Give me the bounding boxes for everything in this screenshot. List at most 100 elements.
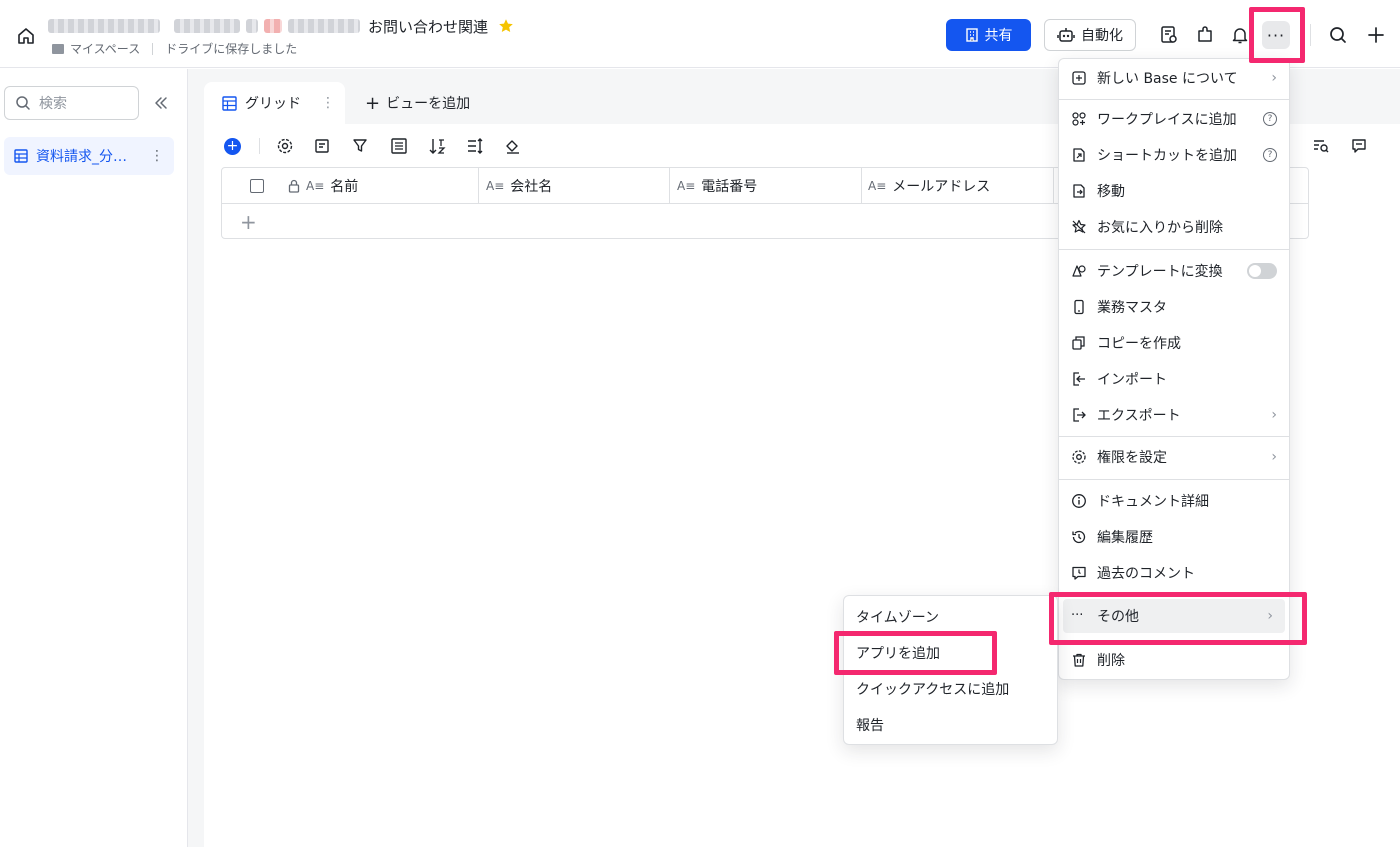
menu-item-past-comments[interactable]: 過去のコメント	[1059, 556, 1289, 590]
field-settings-icon[interactable]	[314, 137, 332, 155]
plugin-icon[interactable]	[1195, 25, 1215, 45]
submenu-item-quick-access[interactable]: クイックアクセスに追加	[856, 671, 1009, 707]
filter-icon[interactable]	[352, 137, 370, 155]
add-view-button[interactable]: + ビューを追加	[365, 82, 470, 124]
sidebar-item-table[interactable]: 資料請求_分… ⋮	[4, 137, 174, 175]
search-records-icon[interactable]	[1312, 137, 1330, 155]
template-toggle[interactable]	[1247, 263, 1277, 279]
menu-item-make-copy[interactable]: コピーを作成	[1059, 326, 1289, 360]
more-options-menu: 新しい Base について › ワークプレイスに追加 ? ショートカットを追加 …	[1058, 58, 1290, 680]
column-header-phone[interactable]: A≡ 電話番号	[677, 168, 757, 204]
breadcrumb-space[interactable]: マイスペース	[70, 40, 140, 57]
blurred-path-segment	[48, 19, 160, 33]
column-label: メールアドレス	[892, 179, 991, 195]
column-header-company[interactable]: A≡ 会社名	[486, 168, 552, 204]
search-icon[interactable]	[1328, 25, 1348, 45]
menu-item-label: 過去のコメント	[1097, 566, 1195, 582]
tab-grid[interactable]: グリッド ⋮	[204, 82, 345, 124]
comment-icon[interactable]	[1350, 137, 1368, 155]
menu-item-permissions[interactable]: 権限を設定 ›	[1059, 440, 1289, 474]
chevron-right-icon: ›	[1267, 608, 1273, 624]
submenu-item-add-app[interactable]: アプリを追加	[856, 635, 940, 671]
menu-item-label: その他	[1097, 609, 1139, 625]
menu-divider	[1059, 99, 1289, 100]
collapse-sidebar-icon[interactable]	[152, 94, 170, 112]
row-height-icon[interactable]	[466, 137, 484, 155]
comment-history-icon	[1072, 566, 1086, 580]
settings-icon[interactable]	[276, 137, 294, 155]
blurred-path-segment	[288, 19, 360, 33]
help-icon[interactable]: ?	[1263, 112, 1277, 126]
plus-icon[interactable]	[1366, 25, 1386, 45]
menu-item-add-shortcut[interactable]: ショートカットを追加 ?	[1059, 138, 1289, 172]
tab-options-icon[interactable]: ⋮	[321, 95, 335, 111]
column-label: 電話番号	[701, 179, 758, 195]
menu-item-remove-favorite[interactable]: お気に入りから削除	[1059, 210, 1289, 244]
sidebar-item-label: 資料請求_分…	[36, 149, 127, 165]
group-icon[interactable]	[390, 137, 408, 155]
submenu-item-timezone[interactable]: タイムゾーン	[856, 599, 939, 635]
menu-item-document-details[interactable]: ドキュメント詳細	[1059, 484, 1289, 518]
star-icon[interactable]	[498, 18, 514, 34]
menu-item-add-workplace[interactable]: ワークプレイスに追加 ?	[1059, 102, 1289, 136]
share-label: 共有	[984, 28, 1013, 44]
column-header-name[interactable]: A≡ 名前	[288, 168, 358, 204]
paint-bucket-icon[interactable]	[504, 137, 522, 155]
lock-icon	[288, 179, 300, 193]
menu-item-edit-history[interactable]: 編集履歴	[1059, 520, 1289, 554]
home-icon[interactable]	[16, 26, 36, 46]
sort-icon[interactable]	[428, 137, 446, 155]
text-field-icon: A≡	[306, 179, 325, 193]
column-divider[interactable]	[1053, 168, 1054, 204]
menu-item-label: お気に入りから削除	[1097, 220, 1223, 236]
share-button[interactable]: 共有	[946, 19, 1031, 51]
menu-item-import[interactable]: インポート	[1059, 362, 1289, 396]
more-options-button[interactable]: ···	[1262, 21, 1290, 49]
menu-item-export[interactable]: エクスポート ›	[1059, 398, 1289, 432]
select-all-checkbox[interactable]	[250, 179, 264, 193]
grid-view-icon	[222, 95, 237, 111]
view-tabs: グリッド ⋮ + ビューを追加	[204, 82, 470, 124]
column-header-email[interactable]: A≡ メールアドレス	[868, 168, 990, 204]
submenu-item-report[interactable]: 報告	[856, 707, 884, 743]
chevron-right-icon: ›	[1271, 70, 1277, 86]
export-icon	[1073, 408, 1086, 422]
menu-item-convert-template[interactable]: テンプレートに変換	[1059, 254, 1289, 288]
sidebar: 検索 資料請求_分… ⋮	[0, 69, 188, 847]
add-row-button[interactable]: +	[240, 212, 257, 232]
save-status: ドライブに保存しました	[165, 42, 298, 56]
automation-button[interactable]: 自動化	[1044, 19, 1136, 51]
column-divider[interactable]	[669, 168, 670, 204]
column-divider[interactable]	[478, 168, 479, 204]
tab-grid-label: グリッド	[245, 96, 301, 112]
menu-item-label: ショートカットを追加	[1097, 148, 1237, 164]
menu-item-delete[interactable]: 削除	[1059, 643, 1289, 677]
menu-item-label: 権限を設定	[1097, 450, 1167, 466]
menu-item-move[interactable]: 移動	[1059, 174, 1289, 208]
menu-item-label: ワークプレイスに追加	[1097, 112, 1237, 128]
workplace-icon	[1072, 112, 1086, 126]
copy-icon	[1072, 336, 1085, 350]
plus-icon: +	[365, 92, 381, 114]
import-icon	[1073, 372, 1085, 386]
menu-item-base-info[interactable]: 新しい Base について ›	[1059, 61, 1289, 95]
toolbar-divider	[259, 138, 260, 154]
menu-item-label: 編集履歴	[1097, 530, 1153, 546]
other-submenu: タイムゾーン アプリを追加 クイックアクセスに追加 報告	[843, 595, 1058, 745]
chevron-right-icon: ›	[1271, 449, 1277, 465]
form-icon[interactable]	[1159, 25, 1179, 45]
bell-icon[interactable]	[1230, 25, 1250, 45]
menu-item-business-master[interactable]: 業務マスタ	[1059, 290, 1289, 324]
document-title[interactable]: お問い合わせ関連	[368, 16, 488, 37]
menu-item-other[interactable]: ··· その他 ›	[1063, 599, 1285, 633]
blurred-path-segment	[246, 19, 258, 33]
add-record-button[interactable]: +	[224, 137, 241, 155]
column-divider[interactable]	[861, 168, 862, 204]
base-info-icon	[1072, 71, 1086, 85]
table-icon	[14, 149, 28, 163]
building-icon	[965, 28, 978, 42]
help-icon[interactable]: ?	[1263, 148, 1277, 162]
table-options-icon[interactable]: ⋮	[150, 148, 164, 164]
menu-item-label: 業務マスタ	[1097, 300, 1167, 316]
sidebar-search-input[interactable]: 検索	[4, 86, 139, 120]
